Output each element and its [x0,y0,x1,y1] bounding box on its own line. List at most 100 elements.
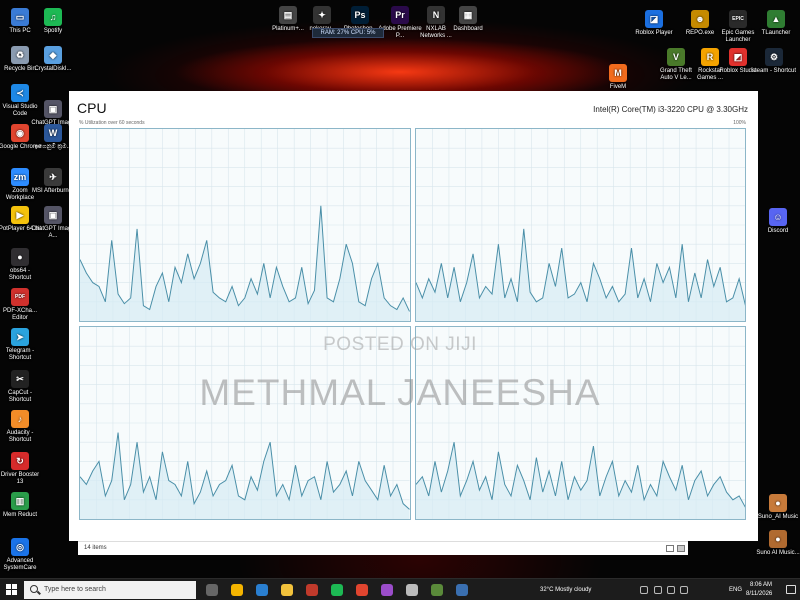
word-doc-icon: W [44,124,62,142]
desktop-shortcut[interactable]: ⚙ steam - Shortcut [752,48,796,75]
language-indicator[interactable]: ENG [729,587,742,593]
gta-icon: V [667,48,685,66]
desktop-shortcut[interactable]: M FiveM [596,64,640,91]
steam-icon: ⚙ [765,48,783,66]
resource-status-strip: RAM: 27% CPU: 5% [312,28,384,38]
messenger-icon[interactable] [381,584,393,596]
photos-icon[interactable] [406,584,418,596]
nekoray-icon: ✦ [313,6,331,24]
cpu-graph-grid [79,128,746,520]
desktop-shortcut-label: Roblox Player [635,30,673,36]
desktop-shortcut-label: Suno_AI Music [757,514,799,520]
windows-logo-icon [6,584,11,589]
desktop-shortcut-label: Audacity - Shortcut [6,430,34,443]
pdf-icon: PDF [11,288,29,306]
zoom-icon: zm [11,168,29,186]
explorer-icon[interactable] [281,584,293,596]
app-icon: ▤ [279,6,297,24]
app-task-icon-2[interactable] [456,584,468,596]
tlauncher-icon: ▲ [767,10,785,28]
desktop-shortcut[interactable]: ● obs64 - Shortcut [0,248,42,282]
onedrive-icon[interactable] [680,586,688,594]
watermark-line-2: METHMAL JANEESHA [199,372,601,413]
obs-icon: ● [11,248,29,266]
utilization-max-label: 100% [733,120,746,126]
desktop-shortcut[interactable]: ◆ CrystalDiskI... [31,46,75,73]
desktop-shortcut-label: Advanced SystemCare [3,558,37,571]
items-count: 14 items [84,545,107,551]
start-button[interactable] [6,584,18,596]
details-view-icon[interactable] [666,545,674,552]
chrome-task-icon[interactable] [356,584,368,596]
utilization-axis-label: % Utilization over 60 seconds [79,120,145,126]
desktop-shortcut[interactable]: ☺ Discord [756,208,800,235]
desktop-shortcut[interactable]: ◪ Roblox Player [632,10,676,37]
fivem-icon: M [609,64,627,82]
recycle-bin-icon: ♻ [11,46,29,64]
cpu-core-chart [415,129,745,321]
systemcare-icon: ◎ [11,538,29,556]
desktop-shortcut[interactable]: ▦ Dashboard [446,6,490,33]
weather-widget[interactable]: 32°C Mostly cloudy [540,587,591,593]
desktop-shortcut-label: Discord [767,228,789,234]
volume-icon[interactable] [667,586,675,594]
clock-time[interactable]: 8:06 AM [750,582,772,588]
desktop-shortcut[interactable]: ♪ Audacity - Shortcut [0,410,42,444]
chrome-icon: ◉ [11,124,29,142]
desktop-shortcut-label: obs64 - Shortcut [8,268,32,281]
status-bar: 14 items [78,541,688,555]
desktop-shortcut[interactable]: ↻ Driver Booster 13 [0,452,42,486]
spotify-icon: ♫ [44,8,62,26]
cpu-core-chart [80,129,410,321]
suno-icon: ● [769,530,787,548]
desktop-shortcut[interactable]: ▲ TLauncher [754,10,798,37]
desktop-shortcut-label: Dashboard [453,26,483,32]
notification-icon[interactable] [786,585,796,594]
cpu-title: CPU [77,100,107,116]
desktop-shortcut-label: steam - Shortcut [752,68,797,74]
ccleaner-icon[interactable] [256,584,268,596]
mem-reduct-icon: ▥ [11,492,29,510]
watermark-line-1: POSTED ON JIJI [323,334,477,355]
desktop-shortcut-label: Mem Reduct [2,512,37,518]
computer-icon: ▭ [11,8,29,26]
desktop-shortcut-label: PDF-XCha... Editor [2,308,37,321]
crystaldisk-icon: ◆ [44,46,62,64]
dashboard-icon: ▦ [459,6,477,24]
desktop-shortcut[interactable]: ● Suno AI Music... [756,530,800,557]
app-task-icon[interactable] [431,584,443,596]
ie-icon[interactable] [231,584,243,596]
tray-overflow-icon[interactable] [640,586,648,594]
repo-icon: ☻ [691,10,709,28]
cpu-core-graph [414,128,746,322]
cpu-model-label: Intel(R) Core(TM) i3-3220 CPU @ 3.30GHz [593,105,748,114]
desktop-shortcut-label: FiveM [609,84,627,90]
network-icon[interactable] [654,586,662,594]
taskbar-search-input[interactable]: Type here to search [24,581,196,599]
roblox-studio-icon: ◩ [729,48,747,66]
discord-icon: ☺ [769,208,787,226]
desktop-shortcut[interactable]: ● Suno_AI Music [756,494,800,521]
desktop-shortcut[interactable]: ♫ Spotify [31,8,75,35]
desktop-shortcut[interactable]: ▥ Mem Reduct [0,492,42,519]
desktop-shortcut-label: Driver Booster 13 [0,472,40,485]
search-icon [30,585,38,593]
spotify-task-icon[interactable] [331,584,343,596]
desktop-shortcut-label: Spotify [43,28,63,34]
desktop-shortcut-label: Suno AI Music... [756,550,800,556]
task-view-icon[interactable] [206,584,218,596]
msi-afterburner-icon: ✈ [44,168,62,186]
cpu-performance-window: CPU Intel(R) Core(TM) i3-3220 CPU @ 3.30… [69,91,758,541]
potplayer-icon: ▶ [11,206,29,224]
photoshop-icon: Ps [351,6,369,24]
roblox-icon: ◪ [645,10,663,28]
desktop-shortcut[interactable]: ◎ Advanced SystemCare [0,538,42,572]
taskbar: Type here to search 32°C Mostly cloudy E… [0,578,800,600]
nxlab-icon: N [427,6,445,24]
clock-date[interactable]: 8/11/2026 [746,591,772,597]
large-icons-view-icon[interactable] [677,545,685,552]
driver-booster-icon: ↻ [11,452,29,470]
desktop-shortcut[interactable]: PDF PDF-XCha... Editor [0,288,42,322]
desktop-shortcut-label: TLauncher [761,30,791,36]
media-icon[interactable] [306,584,318,596]
